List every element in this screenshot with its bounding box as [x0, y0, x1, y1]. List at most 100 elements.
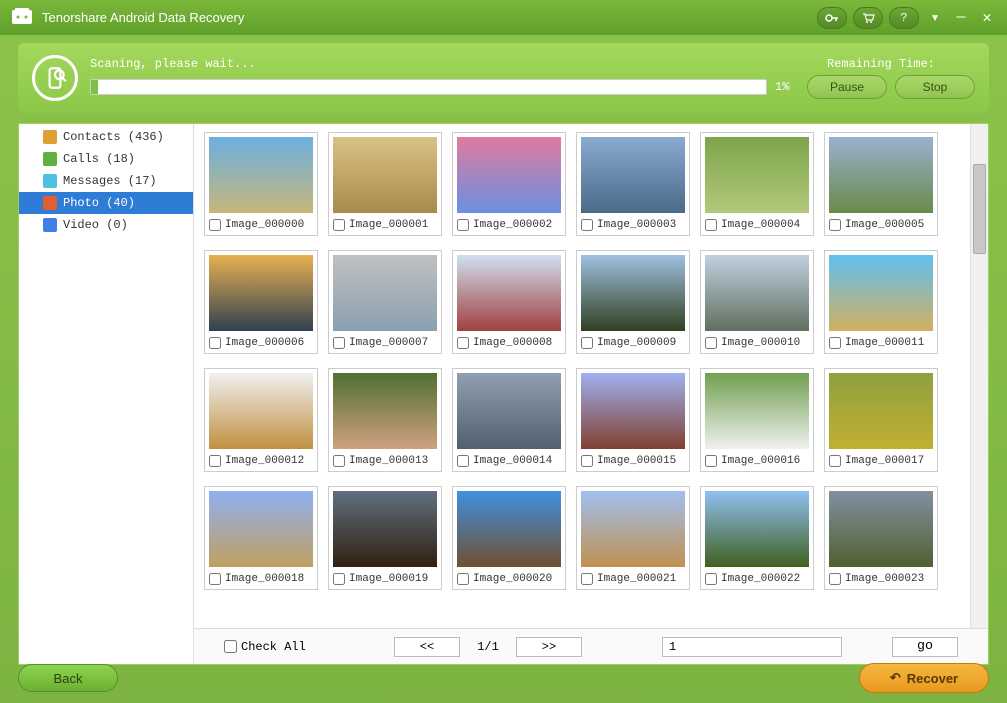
thumbnail-image	[705, 491, 809, 567]
thumbnail-image	[705, 255, 809, 331]
progress-bar	[90, 79, 767, 95]
thumbnail[interactable]: Image_000017	[824, 368, 938, 472]
thumbnail[interactable]: Image_000006	[204, 250, 318, 354]
thumbnail[interactable]: Image_000007	[328, 250, 442, 354]
thumbnail-checkbox[interactable]	[209, 219, 221, 231]
thumbnail[interactable]: Image_000008	[452, 250, 566, 354]
thumbnail-checkbox[interactable]	[581, 573, 593, 585]
thumbnail-checkbox[interactable]	[829, 337, 841, 349]
thumbnail-checkbox[interactable]	[209, 455, 221, 467]
thumbnail-checkbox[interactable]	[457, 573, 469, 585]
thumbnail-image	[581, 373, 685, 449]
thumbnail[interactable]: Image_000013	[328, 368, 442, 472]
thumbnail-checkbox[interactable]	[333, 573, 345, 585]
sidebar-item-3[interactable]: Photo (40)	[19, 192, 193, 214]
bottom-bar: Back ↶ Recover	[18, 661, 989, 695]
thumbnail-image	[829, 491, 933, 567]
thumbnail[interactable]: Image_000009	[576, 250, 690, 354]
dropdown-icon[interactable]: ▾	[925, 8, 945, 27]
thumbnail-label: Image_000006	[225, 337, 304, 349]
pause-button[interactable]: Pause	[807, 75, 887, 99]
thumbnail[interactable]: Image_000021	[576, 486, 690, 590]
thumbnail-label: Image_000012	[225, 455, 304, 467]
scan-header: Scaning, please wait... Remaining Time: …	[18, 43, 989, 113]
thumbnail-checkbox[interactable]	[457, 337, 469, 349]
pager-bar: Check All << 1/1 >> go	[194, 628, 988, 664]
thumbnail-checkbox[interactable]	[829, 455, 841, 467]
thumbnail-label: Image_000003	[597, 219, 676, 231]
thumbnail-checkbox[interactable]	[457, 219, 469, 231]
thumbnail[interactable]: Image_000011	[824, 250, 938, 354]
thumbnail-image	[333, 491, 437, 567]
thumbnail-checkbox[interactable]	[581, 337, 593, 349]
thumbnail-checkbox[interactable]	[333, 455, 345, 467]
scrollbar-thumb[interactable]	[973, 164, 986, 254]
thumbnail-checkbox[interactable]	[705, 455, 717, 467]
thumbnail[interactable]: Image_000004	[700, 132, 814, 236]
thumbnail[interactable]: Image_000015	[576, 368, 690, 472]
thumbnail-grid: Image_000000Image_000001Image_000002Imag…	[194, 124, 988, 628]
thumbnail-checkbox[interactable]	[581, 455, 593, 467]
check-all-checkbox[interactable]	[224, 640, 237, 653]
thumbnail-checkbox[interactable]	[333, 219, 345, 231]
thumbnail-image	[829, 137, 933, 213]
thumbnail[interactable]: Image_000012	[204, 368, 318, 472]
thumbnail[interactable]: Image_000003	[576, 132, 690, 236]
close-button[interactable]: ✕	[977, 8, 997, 27]
thumbnail-checkbox[interactable]	[829, 573, 841, 585]
help-button[interactable]: ?	[889, 7, 919, 29]
sidebar-item-2[interactable]: Messages (17)	[19, 170, 193, 192]
thumbnail[interactable]: Image_000016	[700, 368, 814, 472]
sidebar-item-4[interactable]: Video (0)	[19, 214, 193, 236]
thumbnail[interactable]: Image_000023	[824, 486, 938, 590]
sidebar-item-1[interactable]: Calls (18)	[19, 148, 193, 170]
page-input[interactable]	[662, 637, 842, 657]
thumbnail-checkbox[interactable]	[705, 219, 717, 231]
thumbnail-label: Image_000000	[225, 219, 304, 231]
thumbnail-image	[333, 255, 437, 331]
thumbnail[interactable]: Image_000001	[328, 132, 442, 236]
back-button[interactable]: Back	[18, 664, 118, 692]
thumbnail[interactable]: Image_000022	[700, 486, 814, 590]
thumbnail-checkbox[interactable]	[705, 337, 717, 349]
thumbnail-checkbox[interactable]	[209, 573, 221, 585]
thumbnail-image	[705, 137, 809, 213]
thumbnail[interactable]: Image_000002	[452, 132, 566, 236]
scrollbar[interactable]	[970, 124, 988, 628]
scan-status-label: Scaning, please wait...	[90, 57, 256, 71]
thumbnail-image	[209, 255, 313, 331]
thumbnail[interactable]: Image_000020	[452, 486, 566, 590]
recover-button[interactable]: ↶ Recover	[859, 663, 989, 693]
thumbnail-label: Image_000018	[225, 573, 304, 585]
cart-button[interactable]	[853, 7, 883, 29]
sidebar-item-label: Video (0)	[63, 218, 128, 232]
sidebar-item-icon	[43, 218, 57, 232]
thumbnail[interactable]: Image_000018	[204, 486, 318, 590]
sidebar-item-label: Messages (17)	[63, 174, 157, 188]
page-display: 1/1	[470, 640, 506, 654]
thumbnail-checkbox[interactable]	[333, 337, 345, 349]
thumbnail[interactable]: Image_000005	[824, 132, 938, 236]
next-page-button[interactable]: >>	[516, 637, 582, 657]
go-button[interactable]: go	[892, 637, 958, 657]
thumbnail-label: Image_000011	[845, 337, 924, 349]
thumbnail-checkbox[interactable]	[829, 219, 841, 231]
thumbnail-checkbox[interactable]	[209, 337, 221, 349]
thumbnail-checkbox[interactable]	[457, 455, 469, 467]
thumbnail-image	[333, 137, 437, 213]
stop-button[interactable]: Stop	[895, 75, 975, 99]
sidebar-item-0[interactable]: Contacts (436)	[19, 126, 193, 148]
prev-page-button[interactable]: <<	[394, 637, 460, 657]
thumbnail[interactable]: Image_000010	[700, 250, 814, 354]
thumbnail[interactable]: Image_000000	[204, 132, 318, 236]
key-button[interactable]	[817, 7, 847, 29]
thumbnail[interactable]: Image_000014	[452, 368, 566, 472]
sidebar-item-icon	[43, 152, 57, 166]
thumbnail-checkbox[interactable]	[705, 573, 717, 585]
thumbnail-checkbox[interactable]	[581, 219, 593, 231]
thumbnail-label: Image_000008	[473, 337, 552, 349]
thumbnail[interactable]: Image_000019	[328, 486, 442, 590]
minimize-button[interactable]: —	[951, 9, 971, 26]
thumbnail-image	[457, 137, 561, 213]
check-all[interactable]: Check All	[224, 640, 374, 654]
